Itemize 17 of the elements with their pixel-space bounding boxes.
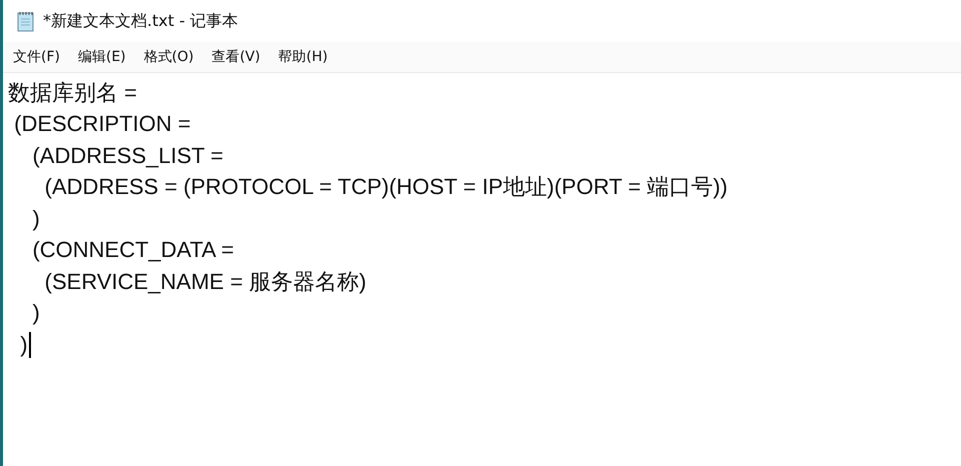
menu-item[interactable]: 文件(F) bbox=[13, 48, 60, 66]
text-line: (ADDRESS_LIST = bbox=[31, 142, 224, 169]
text-line: ) bbox=[19, 332, 28, 358]
text-line: (CONNECT_DATA = bbox=[31, 237, 234, 264]
notepad-icon bbox=[17, 10, 35, 32]
text-line: (DESCRIPTION = bbox=[13, 111, 191, 138]
menu-item[interactable]: 查看(V) bbox=[212, 48, 260, 66]
text-line: (SERVICE_NAME = 服务器名称) bbox=[44, 268, 366, 296]
text-line: (ADDRESS = (PROTOCOL = TCP)(HOST = IP地址)(PORT = 端口号)) bbox=[44, 173, 728, 202]
text-line: 数据库别名 = bbox=[8, 78, 137, 107]
menu-item[interactable]: 编辑(E) bbox=[78, 48, 126, 66]
text-line: ) bbox=[31, 206, 40, 232]
window-title: *新建文本文档.txt - 记事本 bbox=[43, 10, 238, 32]
menu-item[interactable]: 帮助(H) bbox=[278, 48, 328, 66]
text-line: ) bbox=[31, 300, 40, 326]
text-cursor bbox=[28, 332, 31, 358]
menu-item[interactable]: 格式(O) bbox=[144, 48, 194, 66]
